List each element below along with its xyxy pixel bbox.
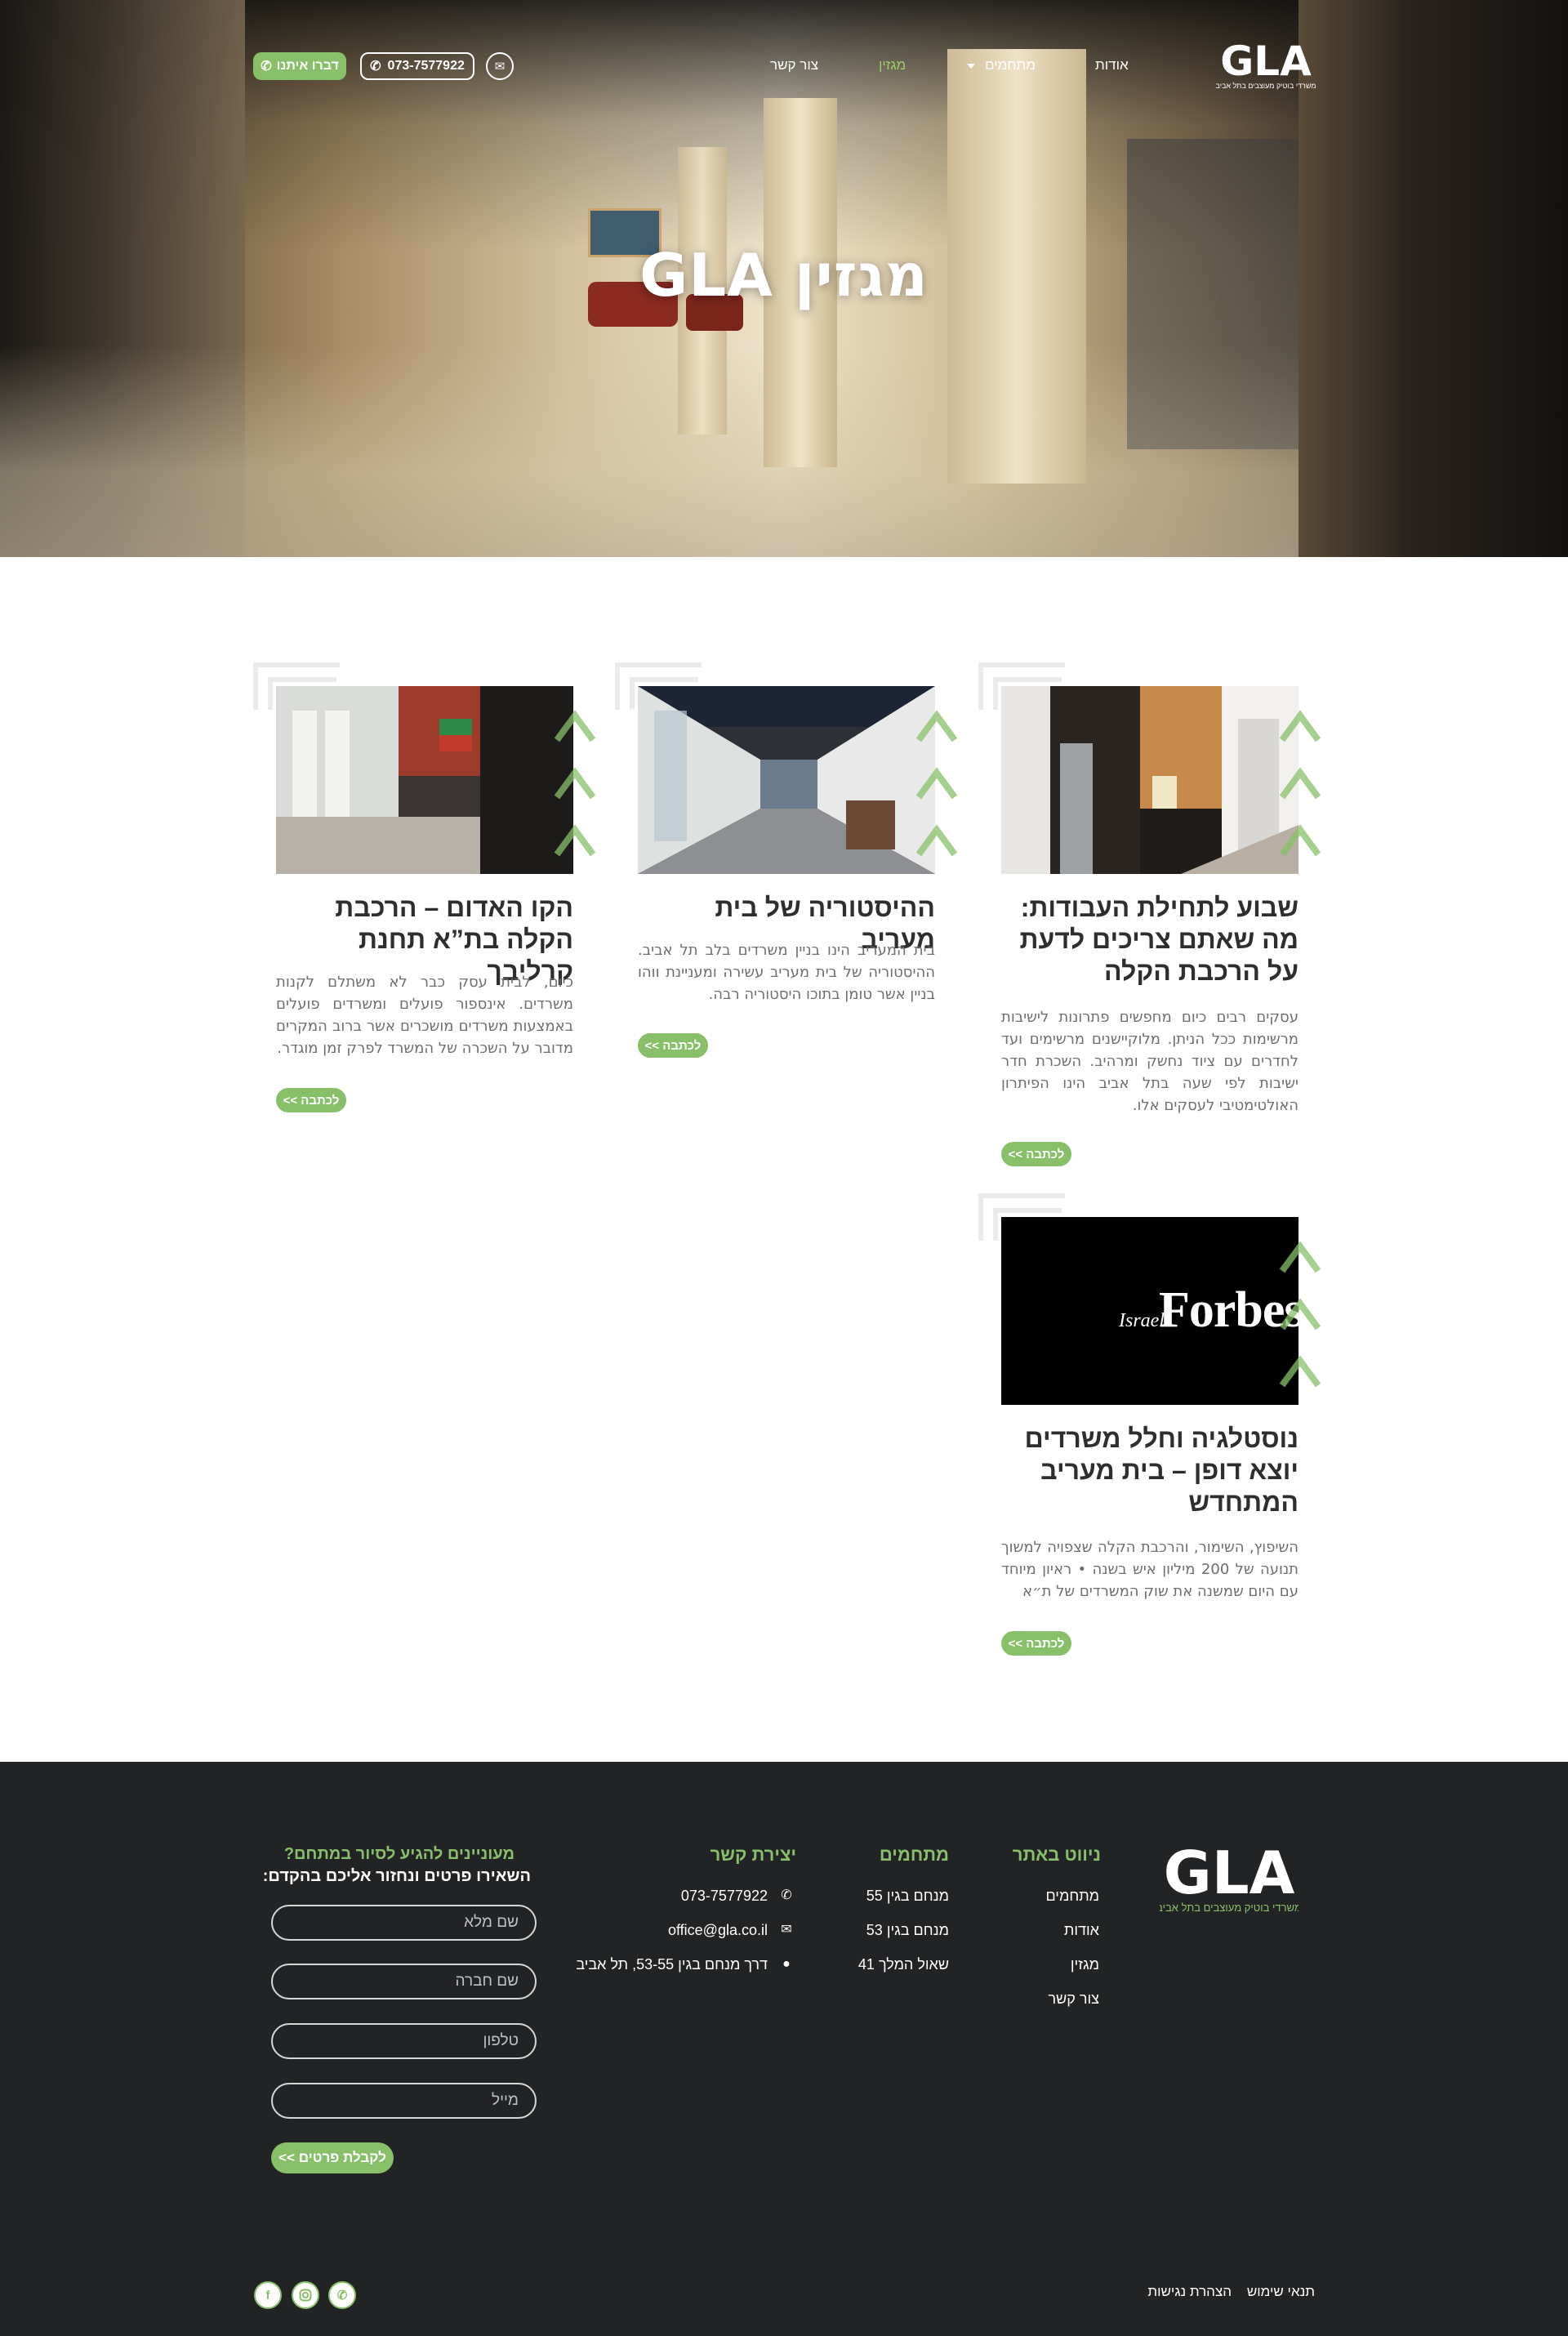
footer-link-magazine[interactable]: מגזין (1071, 1955, 1099, 1974)
phone-icon: ✆ (370, 60, 381, 74)
svg-text:GLA: GLA (1220, 39, 1312, 85)
article-title[interactable]: נוסטלגיה וחלל משרדים יוצא דופן – בית מער… (1001, 1423, 1298, 1518)
instagram-social-button[interactable] (292, 2281, 319, 2309)
read-more-button[interactable]: לכתבה >> (638, 1033, 708, 1058)
envelope-icon: ✉ (494, 59, 506, 74)
footer-link-complex[interactable]: שאול המלך 41 (858, 1955, 949, 1974)
whatsapp-icon: ✆ (261, 60, 272, 74)
read-more-button[interactable]: לכתבה >> (1001, 1142, 1071, 1166)
article-excerpt: בית המעריב הינו בניין משרדים בלב תל אביב… (638, 942, 935, 1003)
nav-item-complexes[interactable]: מתחמים (967, 56, 1036, 75)
read-more-button[interactable]: לכתבה >> (276, 1088, 346, 1112)
read-more-button[interactable]: לכתבה >> (1001, 1631, 1071, 1656)
article-excerpt: עסקים רבים כיום מחפשים פתרונות לישיבות מ… (1001, 1009, 1298, 1114)
article-excerpt: כיום, לבית עסק כבר לא משתלם לקנות משרדים… (276, 974, 573, 1057)
phone-icon: ✆ (781, 1888, 792, 1902)
footer-address-link[interactable]: ● דרך מנחם בגין 53-55, תל אביב (576, 1955, 794, 1974)
article-card: הקו האדום – הרכבת הקלה בת”א תחנת קרליבך … (253, 662, 596, 1117)
footer-link-complexes[interactable]: מתחמים (1045, 1886, 1099, 1906)
chevron-down-icon (967, 63, 975, 69)
footer-contact-title: יצירת קשר (710, 1844, 796, 1865)
whatsapp-social-button[interactable]: ✆ (328, 2281, 356, 2309)
nav-item-contact[interactable]: צור קשר (770, 56, 818, 75)
article-card: ההיסטוריה של בית מעריב בית המעריב הינו ב… (615, 662, 958, 1063)
company-name-field[interactable] (271, 1964, 537, 1999)
forbes-logo-image: Forbes Israel (1001, 1217, 1298, 1405)
footer-email-link[interactable]: ✉ office@gla.co.il (668, 1920, 794, 1940)
footer-link-about[interactable]: אודות (1064, 1920, 1099, 1940)
form-subtitle: השאירו פרטים ונחזור אליכם בהקדם: (262, 1867, 531, 1885)
chevron-up-decoration (915, 710, 958, 857)
map-pin-icon: ● (782, 1957, 791, 1971)
terms-link[interactable]: תנאי שימוש (1247, 2282, 1315, 2302)
article-card: Forbes Israel נוסטלגיה וחלל משרדים יוצא … (978, 1193, 1321, 1659)
footer-link-complex[interactable]: מנחם בגין 55 (866, 1886, 949, 1906)
whatsapp-button[interactable]: דברו איתנו ✆ (253, 52, 346, 80)
gla-logo-icon: GLA משרדי בוטיק מעוצבים בתל אביב (1156, 1839, 1302, 1914)
svg-text:Forbes: Forbes (1159, 1282, 1298, 1338)
nav-item-label: מתחמים (985, 57, 1036, 73)
email-field[interactable] (271, 2083, 537, 2119)
header-logo[interactable]: GLA משרדי בוטיק מעוצבים בתל אביב (1215, 38, 1316, 91)
whatsapp-label: דברו איתנו (276, 59, 339, 73)
facebook-icon: f (265, 2288, 270, 2303)
lounge-photo (276, 686, 573, 874)
form-title: מעוניינים להגיע לסיור במתחם? (283, 1845, 514, 1863)
chevron-up-decoration (554, 710, 596, 857)
page-title: מגזין GLA (639, 241, 929, 310)
article-title[interactable]: שבוע לתחילת העבודות: מה שאתם צריכים לדעת… (1001, 892, 1298, 987)
footer-nav-title: ניווט באתר (1012, 1844, 1101, 1865)
phone-number: 073-7577922 (387, 59, 465, 73)
full-name-field[interactable] (271, 1905, 537, 1941)
instagram-icon (299, 2289, 312, 2302)
gla-logo-icon: GLA משרדי בוטיק מעוצבים בתל אביב (1215, 38, 1316, 90)
accessibility-link[interactable]: הצהרת נגישות (1147, 2282, 1232, 2302)
nav-item-about[interactable]: אודות (1095, 56, 1129, 75)
envelope-icon: ✉ (781, 1923, 792, 1937)
footer-address: דרך מנחם בגין 53-55, תל אביב (576, 1956, 768, 1973)
article-image[interactable] (276, 686, 573, 874)
nav-item-magazine[interactable]: מגזין (879, 56, 906, 75)
footer-link-complex[interactable]: מנחם בגין 53 (866, 1920, 949, 1940)
svg-text:GLA: GLA (1164, 1843, 1295, 1907)
svg-text:משרדי בוטיק מעוצבים בתל אביב: משרדי בוטיק מעוצבים בתל אביב (1215, 82, 1316, 90)
article-image[interactable] (638, 686, 935, 874)
facebook-social-button[interactable]: f (254, 2281, 282, 2309)
article-image[interactable]: Forbes Israel (1001, 1217, 1298, 1405)
article-image[interactable] (1001, 686, 1298, 874)
article-excerpt: השיפוץ, השימור, והרכבת הקלה שצפויה למשוך… (1001, 1539, 1298, 1600)
submit-button[interactable]: לקבלת פרטים >> (271, 2142, 394, 2173)
mail-button[interactable]: ✉ (486, 52, 514, 80)
svg-text:משרדי בוטיק מעוצבים בתל אביב: משרדי בוטיק מעוצבים בתל אביב (1160, 1901, 1298, 1914)
chevron-up-decoration (1279, 710, 1321, 857)
hero-section: מגזין GLA (0, 0, 1568, 557)
svg-text:Israel: Israel (1118, 1310, 1165, 1331)
footer-phone-link[interactable]: ✆ 073-7577922 (681, 1886, 794, 1906)
article-card: שבוע לתחילת העבודות: מה שאתם צריכים לדעת… (978, 662, 1321, 1173)
corridor-photo (638, 686, 935, 874)
chevron-up-decoration (1279, 1241, 1321, 1388)
footer-email: office@gla.co.il (667, 1922, 768, 1938)
footer-phone: 073-7577922 (680, 1888, 768, 1904)
phone-button[interactable]: ✆ 073-7577922 (360, 52, 474, 80)
footer-logo[interactable]: GLA משרדי בוטיק מעוצבים בתל אביב (1156, 1839, 1302, 1916)
kitchen-photo (1001, 686, 1298, 874)
whatsapp-icon: ✆ (336, 2289, 348, 2303)
footer-complexes-title: מתחמים (879, 1844, 949, 1865)
footer-link-contact[interactable]: צור קשר (1049, 1989, 1099, 2008)
phone-field[interactable] (271, 2023, 537, 2059)
